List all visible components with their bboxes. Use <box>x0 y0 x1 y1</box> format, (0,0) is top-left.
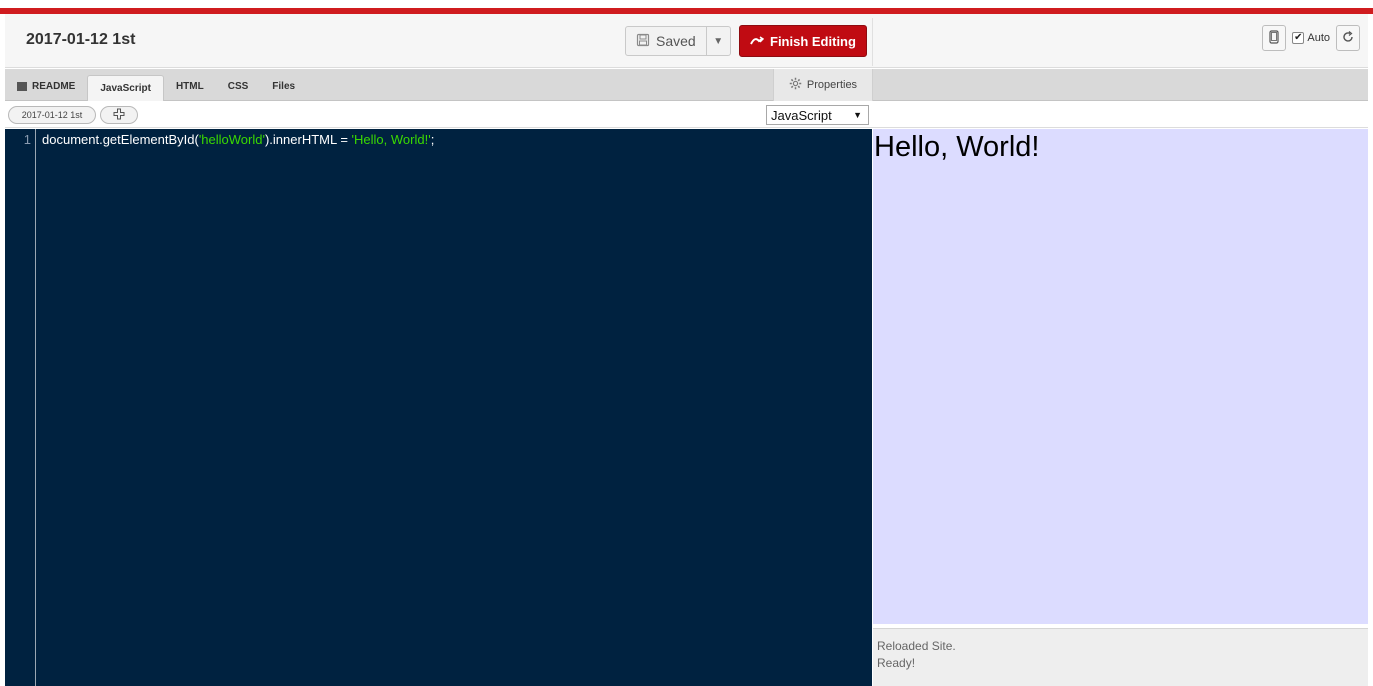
code-token: ).innerHTML = <box>264 132 352 147</box>
reload-icon <box>1341 30 1355 47</box>
auto-label: Auto <box>1307 32 1330 44</box>
tab-files-label: Files <box>272 80 296 92</box>
preview-pane[interactable]: Hello, World! <box>873 129 1368 624</box>
tab-javascript[interactable]: JavaScript <box>87 75 164 101</box>
file-tabs: README JavaScript HTML CSS Files <box>5 69 307 101</box>
saved-dropdown-button[interactable]: ▼ <box>706 26 731 56</box>
saved-label: Saved <box>656 33 696 49</box>
console-line: Reloaded Site. <box>877 639 956 653</box>
dropdown-caret-icon: ▼ <box>713 35 724 47</box>
tab-css[interactable]: CSS <box>216 74 261 98</box>
tab-html[interactable]: HTML <box>164 74 216 98</box>
finish-editing-button[interactable]: Finish Editing <box>739 25 867 57</box>
code-string-token: 'Hello, World!' <box>351 132 431 147</box>
auto-checkbox[interactable]: ✔ <box>1292 32 1305 44</box>
project-title: 2017-01-12 1st <box>26 31 136 48</box>
header-divider <box>872 18 873 66</box>
language-select[interactable]: JavaScript ▼ <box>766 105 869 125</box>
editor-subbar: 2017-01-12 1st JavaScript ▼ <box>5 102 1368 128</box>
chevron-down-icon: ▼ <box>853 110 862 120</box>
console-line: Ready! <box>877 656 916 670</box>
tab-files[interactable]: Files <box>260 74 307 98</box>
line-number-gutter: 1 <box>5 129 36 686</box>
finish-arrow-icon <box>750 34 765 49</box>
readme-icon <box>17 81 27 91</box>
editor-tab-bar: README JavaScript HTML CSS Files Propert… <box>5 69 1368 101</box>
preview-tools: ✔ Auto <box>1262 25 1360 51</box>
phone-icon <box>1269 29 1279 47</box>
finish-editing-label: Finish Editing <box>770 33 856 49</box>
save-icon <box>636 33 650 50</box>
tab-css-label: CSS <box>227 80 249 92</box>
line-number: 1 <box>23 132 31 147</box>
tab-readme-label: README <box>32 80 76 92</box>
reload-button[interactable] <box>1336 25 1360 51</box>
code-string-token: 'helloWorld' <box>198 132 265 147</box>
add-icon <box>113 108 125 123</box>
header-toolbar: 2017-01-12 1st Saved ▼ Finish Editing ✔ … <box>5 14 1368 68</box>
code-editor[interactable]: 1 document.getElementById('helloWorld').… <box>5 129 872 686</box>
mobile-view-button[interactable] <box>1262 25 1287 51</box>
code-token: document.getElementById( <box>42 132 199 147</box>
properties-label: Properties <box>806 79 858 91</box>
language-select-value: JavaScript <box>771 107 832 123</box>
code-line[interactable]: document.getElementById('helloWorld').in… <box>42 132 434 147</box>
tab-html-label: HTML <box>175 80 204 92</box>
preview-heading: Hello, World! <box>874 131 1040 163</box>
saved-button[interactable]: Saved <box>625 26 707 56</box>
auto-reload-toggle[interactable]: ✔ Auto <box>1292 32 1330 44</box>
properties-button[interactable]: Properties <box>773 69 873 101</box>
tab-javascript-label: JavaScript <box>100 83 151 94</box>
code-token: ; <box>430 132 435 147</box>
tab-readme[interactable]: README <box>5 74 87 98</box>
gear-icon <box>789 77 802 93</box>
saved-button-group: Saved ▼ <box>625 26 731 56</box>
version-pill[interactable]: 2017-01-12 1st <box>8 106 96 124</box>
add-version-button[interactable] <box>100 106 138 124</box>
console-log: Reloaded Site. Ready! <box>873 628 1368 686</box>
